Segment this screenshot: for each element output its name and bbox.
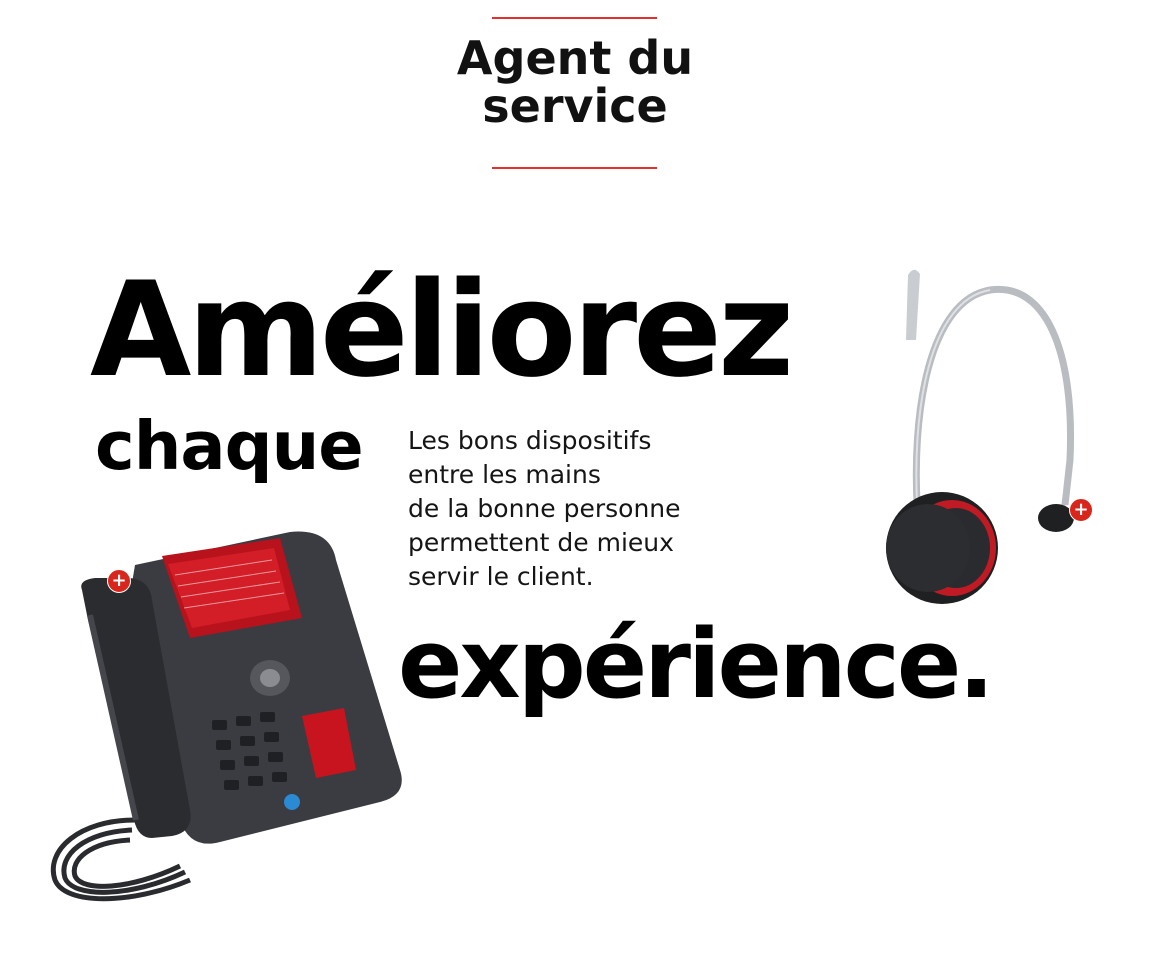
bottom-divider [492, 167, 657, 169]
desk-phone-image [50, 531, 402, 902]
body-copy-line: servir le client. [408, 562, 594, 591]
headline-word-experience: expérience. [398, 610, 994, 720]
headline-word-ameliorez: Améliorez [90, 253, 794, 406]
phone-plus-icon: + [107, 569, 131, 593]
body-copy-line: de la bonne personne [408, 494, 681, 523]
section-title: Agent du service [400, 34, 750, 130]
headline-word-chaque: chaque [95, 407, 364, 485]
section-title-line-2: service [482, 79, 668, 133]
headset-plus-icon: + [1069, 498, 1093, 522]
body-copy-line: entre les mains [408, 460, 601, 489]
body-copy-line: Les bons dispositifs [408, 426, 652, 455]
body-copy: Les bons dispositifs entre les mains de … [408, 424, 681, 594]
headset-image [886, 269, 1075, 604]
section-title-line-1: Agent du [456, 31, 694, 85]
top-divider [492, 17, 657, 19]
body-copy-line: permettent de mieux [408, 528, 674, 557]
